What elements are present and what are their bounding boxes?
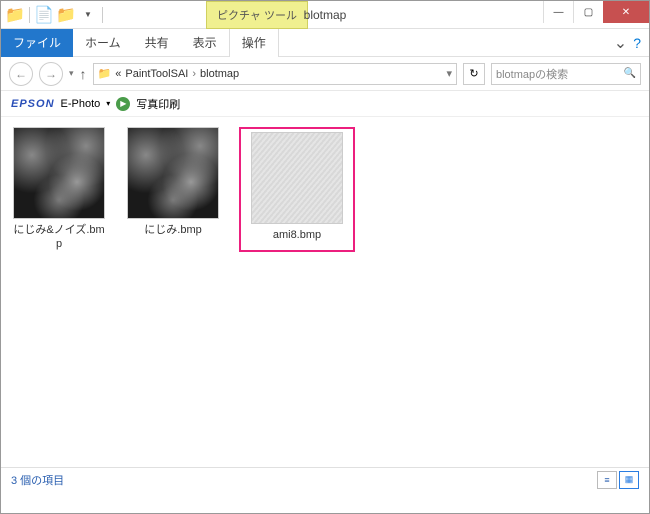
- tab-share[interactable]: 共有: [133, 28, 181, 57]
- maximize-button[interactable]: ▢: [573, 1, 603, 23]
- ribbon-minimize-icon[interactable]: ⌄: [614, 33, 627, 53]
- refresh-button[interactable]: ↻: [463, 63, 485, 85]
- statusbar: 3 個の項目 ≡ ▦: [1, 467, 649, 491]
- up-button[interactable]: ↑: [80, 66, 87, 82]
- separator: [102, 7, 103, 23]
- help-icon[interactable]: ?: [633, 35, 641, 51]
- print-photo-button[interactable]: 写真印刷: [136, 96, 180, 112]
- folder-icon: 📁: [98, 67, 112, 80]
- quick-access-toolbar: 📁 📄 📁 ▼: [1, 1, 109, 28]
- search-box[interactable]: blotmapの検索 🔍: [491, 63, 641, 85]
- titlebar: 📁 📄 📁 ▼ ピクチャ ツール blotmap — ▢ ✕: [1, 1, 649, 29]
- icons-view-button[interactable]: ▦: [619, 471, 639, 489]
- close-button[interactable]: ✕: [603, 1, 649, 23]
- epson-toolbar: EPSON E-Photo ▾ ▶ 写真印刷: [1, 91, 649, 117]
- window-title: blotmap: [304, 8, 347, 22]
- context-tool-tab: ピクチャ ツール: [206, 1, 308, 29]
- ribbon-tabs: ファイル ホーム 共有 表示 操作 ⌄ ?: [1, 29, 649, 57]
- tab-file[interactable]: ファイル: [1, 28, 73, 57]
- folder-small-icon[interactable]: 📁: [56, 5, 76, 25]
- details-view-button[interactable]: ≡: [597, 471, 617, 489]
- thumbnail: [127, 127, 219, 219]
- view-switcher: ≡ ▦: [597, 471, 639, 489]
- properties-dropdown[interactable]: ▼: [78, 5, 98, 25]
- item-count: 3 個の項目: [11, 472, 64, 488]
- document-icon[interactable]: 📄: [34, 5, 54, 25]
- search-icon[interactable]: 🔍: [624, 68, 636, 79]
- tab-manage[interactable]: 操作: [229, 28, 279, 57]
- file-label: ami8.bmp: [273, 228, 321, 242]
- file-item[interactable]: ami8.bmp: [249, 132, 345, 242]
- separator: [29, 7, 30, 23]
- thumbnail: [13, 127, 105, 219]
- file-label: にじみ&ノイズ.bmp: [11, 223, 107, 252]
- tab-home[interactable]: ホーム: [73, 28, 133, 57]
- tab-view[interactable]: 表示: [181, 28, 229, 57]
- file-list[interactable]: にじみ&ノイズ.bmp にじみ.bmp ami8.bmp: [1, 117, 649, 467]
- ribbon-right: ⌄ ?: [614, 33, 649, 53]
- nav-bar: ← → ▾ ↑ 📁 « PaintToolSAI › blotmap ▾ ↻ b…: [1, 57, 649, 91]
- chevron-right-icon: ›: [192, 68, 196, 80]
- back-button[interactable]: ←: [9, 62, 33, 86]
- window-controls: — ▢ ✕: [543, 1, 649, 28]
- breadcrumb-crumb[interactable]: PaintToolSAI: [125, 68, 188, 80]
- overflow-chevron[interactable]: «: [115, 68, 121, 80]
- file-item[interactable]: にじみ&ノイズ.bmp: [11, 127, 107, 252]
- epson-logo: EPSON: [11, 98, 55, 110]
- ephoto-dropdown[interactable]: ▾: [106, 99, 110, 108]
- file-item[interactable]: にじみ.bmp: [125, 127, 221, 237]
- ephoto-button[interactable]: E-Photo: [61, 98, 101, 110]
- address-bar[interactable]: 📁 « PaintToolSAI › blotmap ▾: [93, 63, 457, 85]
- print-icon: ▶: [116, 97, 130, 111]
- forward-button[interactable]: →: [39, 62, 63, 86]
- file-label: にじみ.bmp: [144, 223, 201, 237]
- search-placeholder: blotmapの検索: [496, 66, 568, 82]
- address-dropdown[interactable]: ▾: [446, 67, 452, 80]
- minimize-button[interactable]: —: [543, 1, 573, 23]
- breadcrumb-crumb[interactable]: blotmap: [200, 68, 239, 80]
- history-dropdown[interactable]: ▾: [69, 68, 74, 79]
- folder-icon[interactable]: 📁: [5, 5, 25, 25]
- highlighted-box: ami8.bmp: [239, 127, 355, 252]
- thumbnail: [251, 132, 343, 224]
